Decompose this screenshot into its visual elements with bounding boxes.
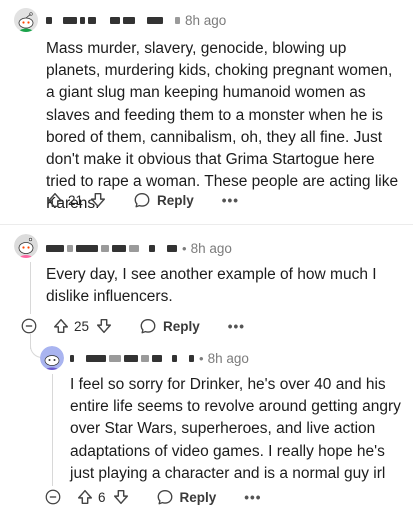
meta-separator: • (199, 350, 204, 366)
username-redacted[interactable] (46, 13, 180, 27)
vote-count: 6 (98, 489, 106, 505)
vote-count: 21 (68, 192, 84, 208)
comment-body: I feel so sorry for Drinker, he's over 4… (70, 376, 401, 482)
collapse-minus-icon (21, 318, 37, 334)
snoo-avatar-icon (40, 346, 64, 370)
comment-header: 8h ago (46, 10, 226, 30)
comment-actions: 21 Reply ••• (46, 187, 239, 213)
timestamp: 8h ago (190, 240, 232, 256)
avatar[interactable] (14, 234, 38, 258)
reply-button[interactable]: Reply (156, 488, 217, 506)
avatar[interactable] (40, 346, 64, 370)
upvote-icon[interactable] (52, 317, 70, 335)
thread-line (52, 374, 53, 486)
downvote-icon[interactable] (112, 488, 130, 506)
username-redacted[interactable] (46, 241, 177, 255)
more-options-button[interactable]: ••• (244, 490, 261, 505)
upvote-icon[interactable] (76, 488, 94, 506)
timestamp: 8h ago (185, 12, 227, 28)
reply-label: Reply (179, 489, 217, 505)
downvote-icon[interactable] (89, 191, 107, 209)
username-redacted[interactable] (70, 351, 194, 365)
snoo-avatar-icon (14, 234, 38, 258)
comment-header: • 8h ago (46, 238, 232, 258)
comment-body: Every day, I see another example of how … (46, 266, 377, 306)
thread-line (30, 262, 31, 314)
timestamp: 8h ago (207, 350, 249, 366)
reply-label: Reply (163, 318, 200, 334)
collapse-minus-icon (45, 489, 61, 505)
reply-button[interactable]: Reply (133, 191, 194, 209)
reply-button[interactable]: Reply (139, 317, 200, 335)
vote-count: 25 (74, 318, 90, 334)
more-options-button[interactable]: ••• (222, 193, 239, 208)
comment-actions: 6 Reply ••• (44, 484, 261, 510)
reply-bubble-icon (134, 193, 150, 208)
reply-bubble-icon (140, 319, 156, 334)
comment-divider (0, 224, 413, 225)
reply-label: Reply (157, 192, 194, 208)
meta-separator: • (182, 240, 187, 256)
more-options-button[interactable]: ••• (228, 319, 245, 334)
collapse-thread-button[interactable] (44, 488, 62, 506)
snoo-avatar-icon (14, 8, 38, 32)
reply-bubble-icon (157, 490, 172, 505)
downvote-icon[interactable] (95, 317, 113, 335)
comment-header: • 8h ago (70, 348, 249, 368)
comment-actions: 25 Reply ••• (20, 313, 245, 339)
upvote-icon[interactable] (46, 191, 64, 209)
collapse-thread-button[interactable] (20, 317, 38, 335)
avatar[interactable] (14, 8, 38, 32)
